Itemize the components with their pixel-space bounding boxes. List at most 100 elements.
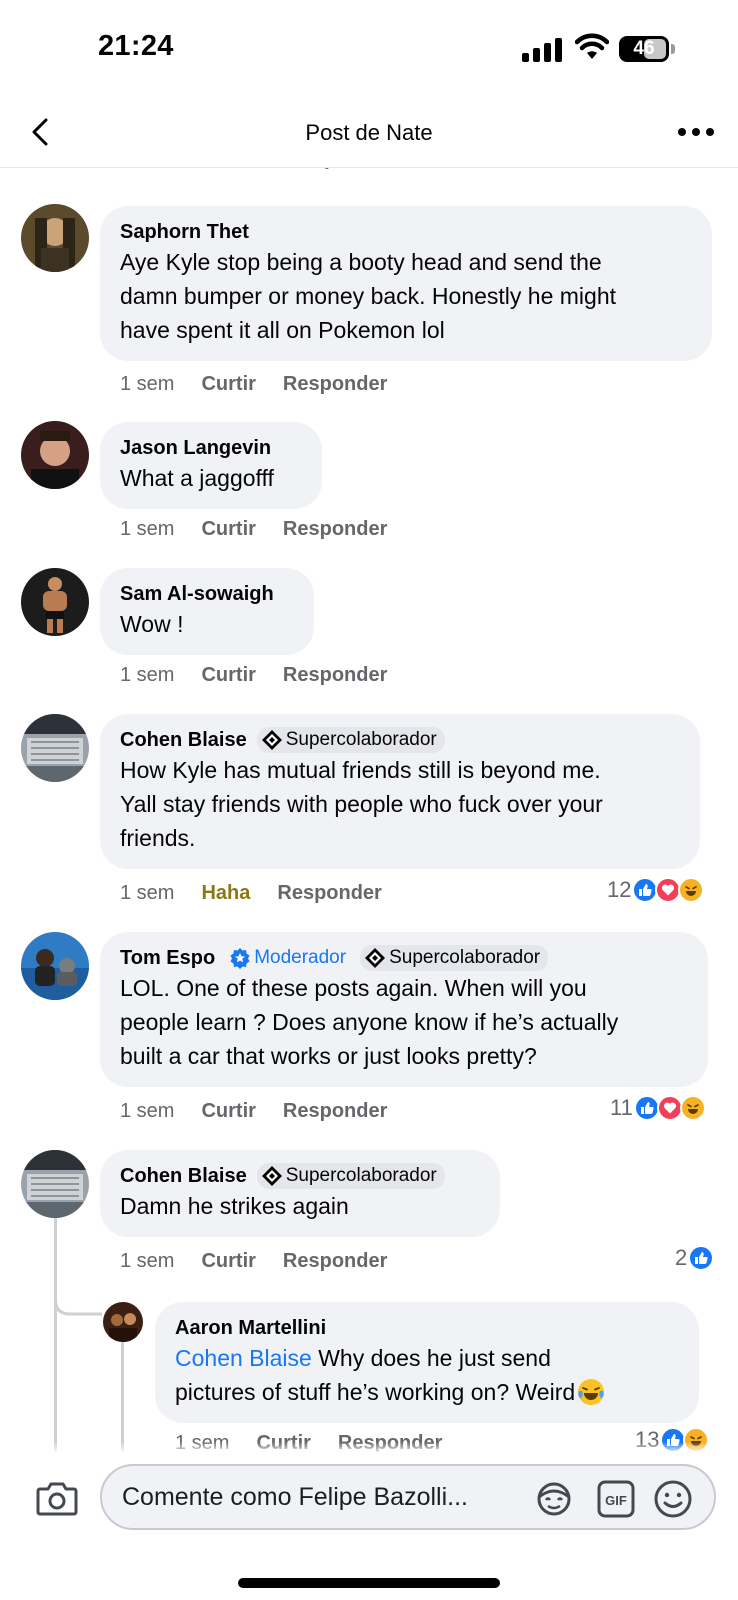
comment-text: How Kyle has mutual friends still is bey… bbox=[120, 757, 601, 783]
post-header: Post de Nate bbox=[0, 100, 738, 168]
supercontributor-icon bbox=[365, 948, 386, 968]
supercontributor-badge: Supercolaborador bbox=[256, 727, 445, 753]
battery-icon: 46 bbox=[619, 36, 669, 62]
comment-time: 1 sem bbox=[120, 518, 175, 540]
comment-author[interactable]: Cohen Blaise bbox=[120, 1163, 247, 1189]
home-indicator[interactable] bbox=[238, 1578, 500, 1588]
comment-bubble[interactable]: Saphorn Thet Aye Kyle stop being a booty… bbox=[100, 206, 712, 361]
badge-label: Supercolaborador bbox=[285, 729, 437, 750]
reaction-summary[interactable]: 12 bbox=[607, 877, 705, 903]
badge-label: Supercolaborador bbox=[285, 1165, 437, 1186]
comment-text: people learn ? Does anyone know if he’s … bbox=[120, 1009, 619, 1035]
comment-author[interactable]: Sam Al-sowaigh bbox=[120, 581, 294, 607]
avatar[interactable] bbox=[21, 568, 89, 636]
moderator-icon bbox=[230, 948, 250, 969]
avatar[interactable] bbox=[21, 932, 89, 1000]
reaction-count: 12 bbox=[607, 877, 632, 902]
comment-text: Aye Kyle stop being a booty head and sen… bbox=[120, 249, 602, 275]
comment-input[interactable]: Comente como Felipe Bazolli... GIF bbox=[100, 1464, 716, 1530]
comment-text: built a car that works or just looks pre… bbox=[120, 1043, 537, 1069]
comment-author[interactable]: Tom Espo bbox=[120, 945, 215, 971]
comment-author[interactable]: Saphorn Thet bbox=[120, 219, 692, 245]
supercontributor-badge: Supercolaborador bbox=[256, 1163, 445, 1189]
cellular-signal-icon bbox=[522, 38, 564, 62]
reply-button[interactable]: Responder bbox=[283, 664, 387, 687]
comment-author[interactable]: Aaron Martellini bbox=[175, 1315, 679, 1341]
comment-text: damn bumper or money back. Honestly he m… bbox=[120, 283, 617, 309]
like-reaction-icon bbox=[688, 1245, 715, 1271]
comment-text: pictures of stuff he’s working on? Weird bbox=[175, 1379, 576, 1405]
comment-actions: 1 sem Haha Responder bbox=[120, 882, 409, 905]
status-bar: 21:24 46 bbox=[0, 0, 738, 100]
reply-button[interactable]: Responder bbox=[283, 1250, 387, 1273]
supercontributor-badge: Supercolaborador bbox=[360, 945, 549, 971]
like-button[interactable]: Curtir bbox=[201, 664, 255, 687]
moderator-badge: Moderador bbox=[225, 945, 350, 971]
avatar[interactable] bbox=[103, 1302, 143, 1342]
comment-input-placeholder: Comente como Felipe Bazolli... bbox=[122, 1483, 468, 1511]
supercontributor-icon bbox=[261, 1166, 282, 1186]
comment-time: 1 sem bbox=[120, 1250, 175, 1272]
badge-label: Supercolaborador bbox=[389, 947, 541, 968]
nested-thread-line bbox=[121, 1332, 124, 1452]
comment-text: Damn he strikes again bbox=[120, 1193, 349, 1219]
comment-bubble[interactable]: Sam Al-sowaigh Wow ! bbox=[100, 568, 314, 655]
battery-tip bbox=[671, 44, 675, 54]
like-reaction-icon bbox=[633, 1095, 660, 1121]
comment-text: Wow ! bbox=[120, 611, 184, 637]
comment-composer: Comente como Felipe Bazolli... GIF bbox=[0, 1452, 738, 1540]
comment-bubble[interactable]: Jason Langevin What a jaggofff bbox=[100, 422, 322, 509]
status-time: 21:24 bbox=[98, 30, 174, 62]
like-button[interactable]: Curtir bbox=[201, 373, 255, 396]
avatar[interactable] bbox=[21, 1150, 89, 1218]
comment-time: 1 sem bbox=[120, 882, 175, 904]
reply-thread-curve bbox=[54, 1290, 102, 1316]
comment-bubble[interactable]: Cohen Blaise Supercolaborador Damn he st… bbox=[100, 1150, 500, 1237]
like-button[interactable]: Curtir bbox=[201, 1250, 255, 1273]
reaction-summary[interactable]: 2 bbox=[675, 1245, 715, 1271]
comment-author[interactable]: Jason Langevin bbox=[120, 435, 302, 461]
avatar-sticker-icon[interactable] bbox=[534, 1480, 574, 1518]
avatar[interactable] bbox=[21, 421, 89, 489]
comment-text: friends. bbox=[120, 825, 196, 851]
tears-of-joy-emoji-icon bbox=[578, 1379, 605, 1405]
reply-button[interactable]: Responder bbox=[277, 882, 381, 905]
comment-bubble[interactable]: Tom Espo Moderador Supercolaborador LOL.… bbox=[100, 932, 708, 1087]
comment-time: 1 sem bbox=[120, 373, 175, 395]
mention-link[interactable]: Cohen Blaise bbox=[175, 1345, 312, 1371]
haha-reaction-button[interactable]: Haha bbox=[201, 882, 250, 905]
avatar[interactable] bbox=[21, 204, 89, 272]
reply-button[interactable]: Responder bbox=[283, 518, 387, 541]
gif-icon[interactable]: GIF bbox=[597, 1480, 635, 1518]
avatar[interactable] bbox=[21, 714, 89, 782]
comment-bubble[interactable]: Cohen Blaise Supercolaborador How Kyle h… bbox=[100, 714, 700, 869]
reply-button[interactable]: Responder bbox=[283, 1100, 387, 1123]
more-options-button[interactable] bbox=[678, 128, 718, 140]
reaction-summary[interactable]: 11 bbox=[610, 1095, 706, 1121]
comment-author[interactable]: Cohen Blaise bbox=[120, 727, 247, 753]
bottom-area bbox=[0, 1540, 738, 1600]
reaction-count: 11 bbox=[610, 1095, 633, 1120]
comment-text: Why does he just send bbox=[311, 1345, 551, 1371]
page-title: Post de Nate bbox=[305, 120, 433, 145]
comment-actions: 1 sem Curtir Responder bbox=[120, 518, 414, 541]
comment-text: have spent it all on Pokemon lol bbox=[120, 317, 445, 343]
camera-icon[interactable] bbox=[36, 1480, 78, 1516]
comment-text: LOL. One of these posts again. When will… bbox=[120, 975, 587, 1001]
battery-level: 46 bbox=[633, 38, 655, 59]
comment-actions: 1 sem Curtir Responder bbox=[120, 1250, 414, 1273]
emoji-icon[interactable] bbox=[652, 1478, 694, 1520]
reply-thread-line bbox=[54, 1215, 57, 1452]
haha-reaction-icon bbox=[679, 1095, 706, 1121]
reply-button[interactable]: Responder bbox=[283, 373, 387, 396]
comment-text: Yall stay friends with people who fuck o… bbox=[120, 791, 603, 817]
comment-actions: 1 sem Curtir Responder bbox=[120, 1100, 414, 1123]
comment-actions: 1 sem Curtir Responder bbox=[120, 373, 414, 396]
comment-actions: 1 sem Curtir Responder bbox=[120, 664, 414, 687]
haha-reaction-icon bbox=[678, 877, 705, 903]
wifi-icon bbox=[575, 33, 609, 59]
like-button[interactable]: Curtir bbox=[201, 1100, 255, 1123]
comment-bubble[interactable]: Aaron Martellini Cohen Blaise Why does h… bbox=[155, 1302, 699, 1423]
comment-text: What a jaggofff bbox=[120, 465, 274, 491]
like-button[interactable]: Curtir bbox=[201, 518, 255, 541]
